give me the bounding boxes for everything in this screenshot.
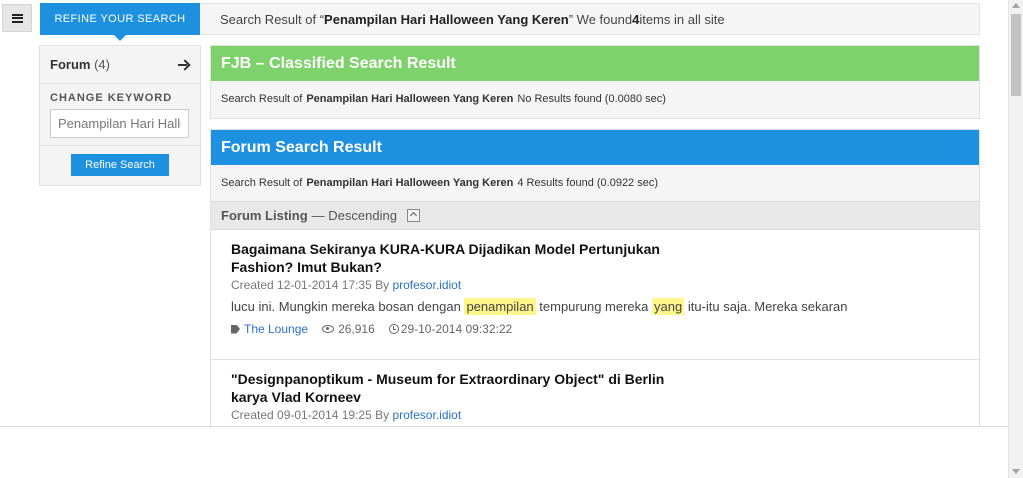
- forum-listing-bar: Forum Listing — Descending: [211, 201, 979, 230]
- result-snippet: lucu ini. Mungkin mereka bosan dengan pe…: [231, 298, 959, 315]
- summary-count: 4: [632, 11, 640, 27]
- forum-panel-title: Forum Search Result: [211, 130, 979, 165]
- forum-listing-order: — Descending: [311, 208, 397, 223]
- forum-sub-status: 4 Results found (0.0922 sec): [517, 177, 659, 189]
- hamburger-menu-icon: [11, 13, 23, 23]
- scroll-up-icon[interactable]: [1012, 3, 1020, 8]
- scroll-thumb[interactable]: [1011, 14, 1021, 96]
- tag-icon: [231, 324, 240, 334]
- change-keyword-label: CHANGE KEYWORD: [50, 92, 173, 104]
- fjb-sub-prefix: Search Result of: [221, 93, 303, 105]
- arrow-right-icon[interactable]: [178, 59, 190, 71]
- snippet-text: tempurung mereka: [535, 299, 652, 314]
- list-item: Bagaimana Sekiranya KURA-KURA Dijadikan …: [211, 230, 979, 360]
- forum-sub-keyword: Penampilan Hari Halloween Yang Keren: [306, 177, 514, 189]
- change-keyword-section: CHANGE KEYWORD: [40, 84, 200, 146]
- refine-sidebar: Forum (4) CHANGE KEYWORD Refine Search: [39, 45, 201, 186]
- refine-search-button[interactable]: Refine Search: [71, 154, 169, 176]
- summary-prefix: Search Result of “: [220, 11, 325, 27]
- summary-keyword: Penampilan Hari Halloween Yang Keren: [324, 11, 569, 27]
- fjb-sub-status: No Results found (0.0080 sec): [517, 93, 666, 105]
- hamburger-menu-button[interactable]: [2, 4, 32, 32]
- snippet-text: lucu ini. Mungkin mereka bosan dengan: [231, 299, 465, 314]
- snippet-text: itu-itu saja. Mereka sekaran: [684, 299, 848, 314]
- fjb-panel-title: FJB – Classified Search Result: [211, 46, 979, 81]
- forum-result-status: Search Result of Penampilan Hari Hallowee…: [211, 165, 979, 201]
- fjb-sub-keyword: Penampilan Hari Halloween Yang Keren: [306, 93, 514, 105]
- snippet-highlight: penampilan: [464, 298, 536, 315]
- keyword-input[interactable]: [50, 109, 189, 138]
- result-created-text: Created 09-01-2014 19:25 By: [231, 408, 390, 422]
- bottom-panel: [0, 426, 1008, 478]
- result-last-post: 29-10-2014 09:32:22: [400, 322, 513, 336]
- result-category-link[interactable]: The Lounge: [244, 322, 308, 336]
- result-created: Created 09-01-2014 19:25 By profesor.idi…: [231, 408, 959, 422]
- result-author-link[interactable]: profesor.idiot: [392, 278, 461, 292]
- refine-search-tab[interactable]: REFINE YOUR SEARCH: [40, 3, 200, 41]
- clock-icon: [388, 324, 399, 334]
- sidebar-item-forum[interactable]: Forum (4): [40, 46, 200, 84]
- fjb-result-panel: FJB – Classified Search Result Search Re…: [210, 45, 980, 119]
- result-views: 26,916: [338, 322, 375, 336]
- forum-result-panel: Forum Search Result Search Result of Pena…: [210, 129, 980, 440]
- result-meta: The Lounge 26,916 29-10-2014 09:32:22: [231, 322, 959, 336]
- search-summary: Search Result of “Penampilan Hari Hallow…: [200, 3, 980, 35]
- result-title-link[interactable]: Bagaimana Sekiranya KURA-KURA Dijadikan …: [231, 240, 691, 276]
- refine-search-tab-label: REFINE YOUR SEARCH: [54, 13, 186, 25]
- summary-suffix: items in all site: [639, 11, 725, 27]
- snippet-highlight: yang: [652, 298, 685, 315]
- fjb-result-status: Search Result of Penampilan Hari Hallowee…: [211, 81, 979, 117]
- vertical-scrollbar[interactable]: [1008, 0, 1023, 478]
- result-title-link[interactable]: "Designpanoptikum - Museum for Extraordi…: [231, 370, 691, 406]
- result-created-text: Created 12-01-2014 17:35 By: [231, 278, 390, 292]
- sidebar-forum-count: (4): [94, 57, 110, 72]
- result-author-link[interactable]: profesor.idiot: [392, 408, 461, 422]
- forum-sub-prefix: Search Result of: [221, 177, 303, 189]
- summary-middle: ” We found: [568, 11, 633, 27]
- result-created: Created 12-01-2014 17:35 By profesor.idi…: [231, 278, 959, 292]
- forum-listing-label: Forum Listing: [221, 208, 308, 223]
- collapse-icon[interactable]: [406, 209, 420, 222]
- scroll-down-icon[interactable]: [1012, 469, 1020, 474]
- eye-icon: [322, 325, 335, 333]
- sidebar-forum-label: Forum: [50, 57, 91, 72]
